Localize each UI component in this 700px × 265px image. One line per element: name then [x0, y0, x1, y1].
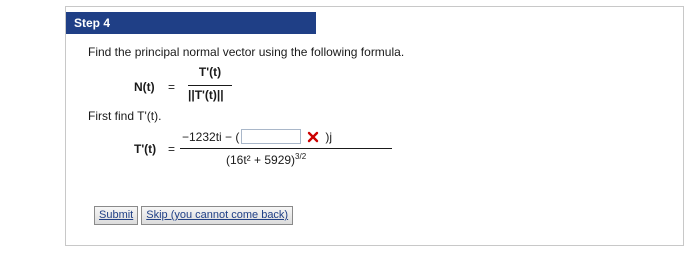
- formula-numerator: T'(t): [198, 65, 222, 79]
- numerator-prefix: −1232ti − (: [182, 129, 240, 144]
- fraction-bar: [188, 85, 232, 86]
- answer-input[interactable]: [241, 129, 302, 144]
- denominator-exponent: 3/2: [295, 152, 307, 161]
- tprime-formula: T'(t) = −1232ti − ( )j (16t² + 5929)3/2: [134, 127, 394, 171]
- tprime-lhs: T'(t): [134, 142, 157, 156]
- tprime-numerator: −1232ti − ( )j: [182, 129, 332, 144]
- tprime-denominator: (16t² + 5929)3/2: [226, 152, 306, 167]
- denominator-base: (16t² + 5929): [226, 153, 296, 167]
- first-find-text: First find T'(t).: [88, 109, 162, 123]
- step-panel: Step 4 Find the principal normal vector …: [65, 6, 684, 246]
- submit-button[interactable]: Submit: [94, 206, 139, 225]
- equals-sign: =: [168, 142, 176, 156]
- fraction-bar: [180, 148, 392, 149]
- incorrect-x-icon: [307, 131, 319, 143]
- instruction-text: Find the principal normal vector using t…: [88, 45, 405, 59]
- formula-denominator: ||T'(t)||: [188, 88, 224, 102]
- skip-button[interactable]: Skip (you cannot come back): [141, 206, 294, 225]
- step-header: Step 4: [66, 12, 316, 34]
- formula-lhs: N(t): [134, 80, 155, 94]
- numerator-suffix: )j: [325, 129, 333, 144]
- equals-sign: =: [168, 80, 176, 94]
- action-buttons: Submit Skip (you cannot come back): [94, 206, 294, 225]
